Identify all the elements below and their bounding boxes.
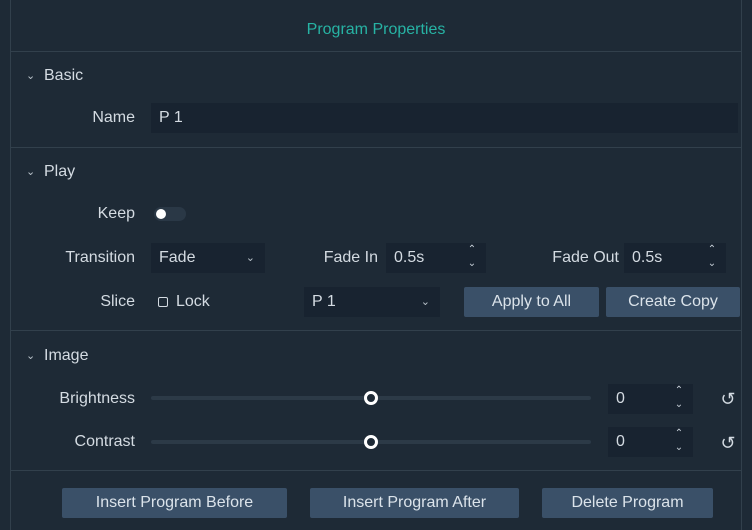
chevron-down-icon: ⌄ bbox=[26, 350, 36, 362]
lock-label[interactable]: Lock bbox=[176, 287, 236, 317]
brightness-label: Brightness bbox=[59, 390, 135, 407]
spin-arrows-icon[interactable]: ⌃ ⌄ bbox=[466, 244, 478, 272]
panel-title: Program Properties bbox=[306, 21, 446, 38]
contrast-reset-icon[interactable]: ↺ bbox=[718, 433, 738, 453]
transition-value: Fade bbox=[159, 249, 196, 266]
create-copy-button[interactable]: Create Copy bbox=[606, 287, 740, 317]
contrast-value: 0 bbox=[616, 433, 625, 450]
chevron-down-icon: ⌄ bbox=[245, 252, 255, 264]
spin-arrows-icon[interactable]: ⌃ ⌄ bbox=[673, 428, 685, 456]
section-play-title: Play bbox=[44, 163, 76, 180]
keep-label: Keep bbox=[97, 205, 135, 222]
section-image-header[interactable]: ⌄ Image bbox=[26, 343, 88, 369]
slice-program-value: P 1 bbox=[312, 293, 336, 310]
chevron-down-icon: ⌄ bbox=[420, 296, 430, 308]
contrast-slider-thumb[interactable] bbox=[364, 435, 378, 449]
divider bbox=[10, 330, 742, 331]
section-basic-header[interactable]: ⌄ Basic bbox=[26, 63, 83, 89]
fade-in-spinbox[interactable]: 0.5s ⌃ ⌄ bbox=[386, 243, 486, 273]
divider bbox=[10, 470, 742, 471]
slice-label: Slice bbox=[100, 293, 135, 310]
insert-program-before-button[interactable]: Insert Program Before bbox=[62, 488, 287, 518]
fade-out-label: Fade Out bbox=[552, 249, 619, 266]
chevron-down-icon: ⌄ bbox=[26, 166, 36, 178]
contrast-spinbox[interactable]: 0 ⌃ ⌄ bbox=[608, 427, 693, 457]
spin-arrows-icon[interactable]: ⌃ ⌄ bbox=[673, 385, 685, 413]
insert-program-after-button[interactable]: Insert Program After bbox=[310, 488, 519, 518]
delete-program-button[interactable]: Delete Program bbox=[542, 488, 713, 518]
toggle-knob bbox=[156, 209, 166, 219]
fade-in-value: 0.5s bbox=[394, 249, 425, 266]
brightness-value: 0 bbox=[616, 390, 625, 407]
panel-right-border bbox=[741, 0, 742, 530]
fade-in-label: Fade In bbox=[323, 249, 378, 266]
name-input[interactable]: P 1 bbox=[151, 103, 738, 133]
fade-out-spinbox[interactable]: 0.5s ⌃ ⌄ bbox=[624, 243, 726, 273]
section-image-title: Image bbox=[44, 347, 89, 364]
fade-out-value: 0.5s bbox=[632, 249, 663, 266]
keep-toggle[interactable] bbox=[154, 207, 186, 221]
program-properties-panel: Program Properties ⌄ Basic Name P 1 ⌄ Play… bbox=[0, 0, 752, 530]
divider bbox=[10, 147, 742, 148]
transition-label: Transition bbox=[65, 249, 135, 266]
slice-program-dropdown[interactable]: P 1 ⌄ bbox=[304, 287, 440, 317]
chevron-down-icon: ⌄ bbox=[26, 70, 36, 82]
apply-to-all-button[interactable]: Apply to All bbox=[464, 287, 599, 317]
brightness-slider-thumb[interactable] bbox=[364, 391, 378, 405]
section-play-header[interactable]: ⌄ Play bbox=[26, 159, 75, 185]
name-label: Name bbox=[92, 109, 135, 126]
spin-arrows-icon[interactable]: ⌃ ⌄ bbox=[706, 244, 718, 272]
divider bbox=[10, 51, 742, 52]
panel-left-border bbox=[10, 0, 11, 530]
brightness-spinbox[interactable]: 0 ⌃ ⌄ bbox=[608, 384, 693, 414]
lock-checkbox[interactable] bbox=[158, 297, 168, 307]
brightness-reset-icon[interactable]: ↺ bbox=[718, 389, 738, 409]
transition-dropdown[interactable]: Fade ⌄ bbox=[151, 243, 265, 273]
section-basic-title: Basic bbox=[44, 67, 84, 84]
contrast-label: Contrast bbox=[74, 433, 135, 450]
